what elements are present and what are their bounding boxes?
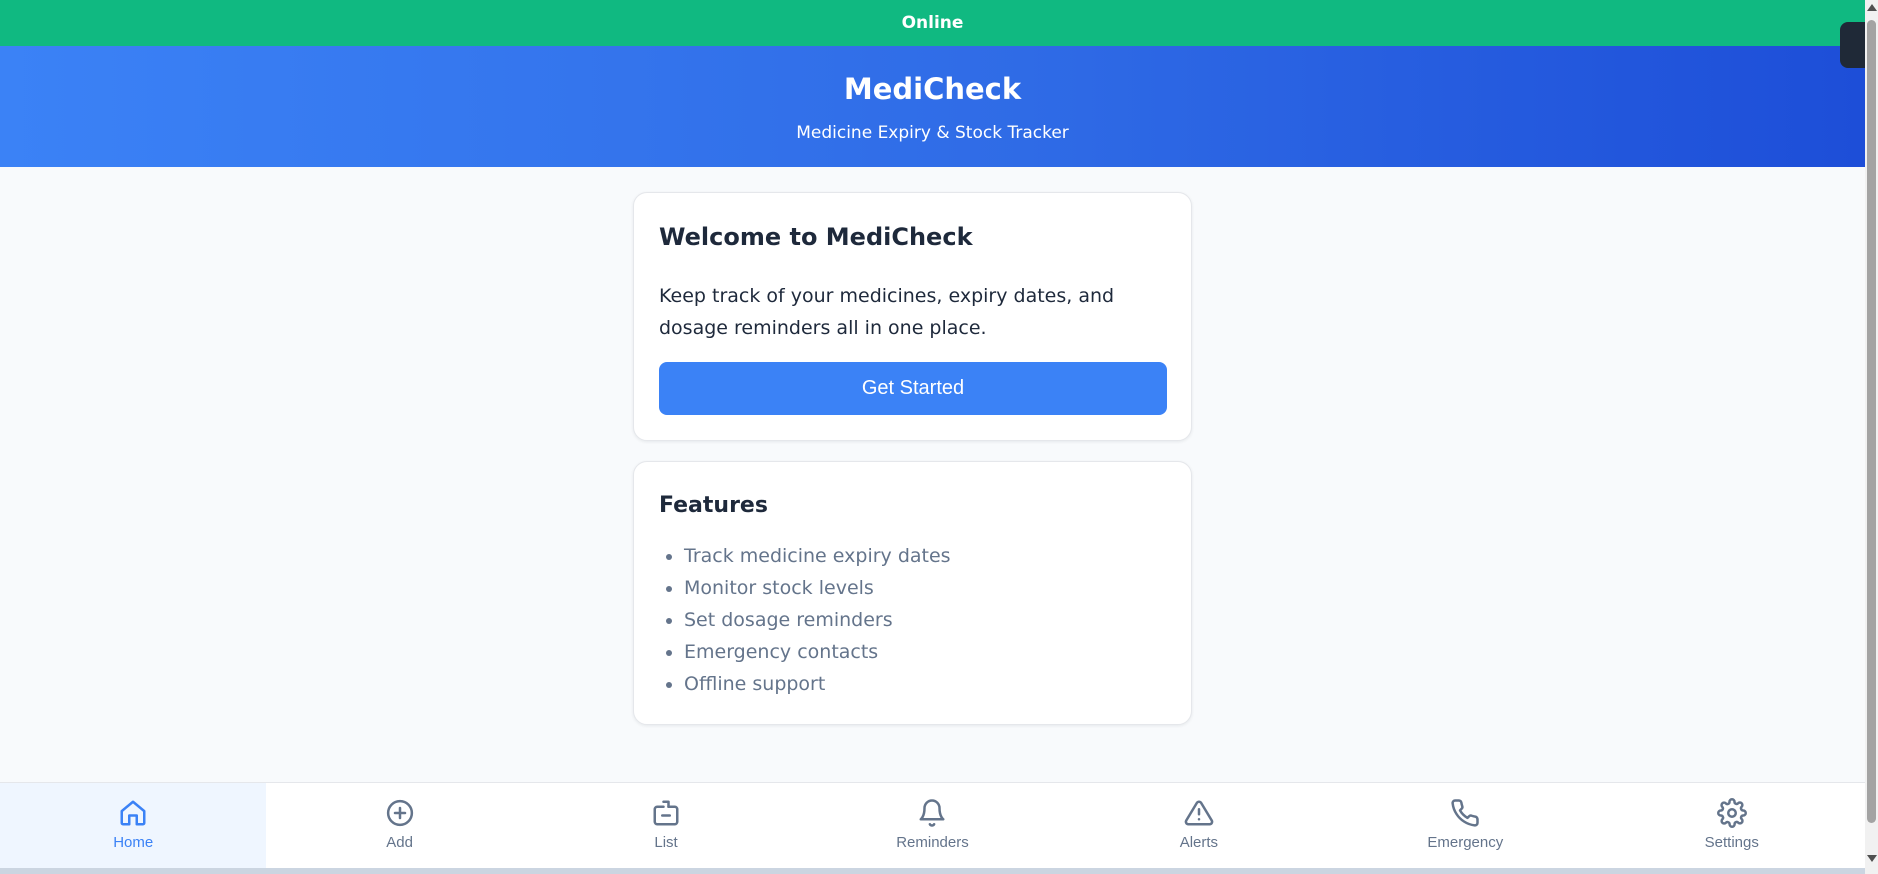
features-heading: Features: [659, 493, 768, 518]
scrollbar-thumb[interactable]: [1867, 20, 1876, 823]
feature-item: Emergency contacts: [684, 636, 951, 668]
bottom-navigation: Home Add List Reminders Alerts Emergency…: [0, 782, 1865, 869]
app-subtitle: Medicine Expiry & Stock Tracker: [796, 123, 1069, 143]
scroll-up-arrow-icon[interactable]: [1867, 4, 1877, 11]
nav-label-home: Home: [113, 834, 154, 851]
nav-label-emergency: Emergency: [1427, 834, 1504, 851]
features-card: Features Track medicine expiry dates Mon…: [633, 461, 1192, 725]
bell-icon: [919, 799, 945, 827]
home-icon: [120, 800, 146, 826]
nav-label-reminders: Reminders: [896, 834, 969, 851]
nav-label-add: Add: [386, 834, 413, 851]
nav-item-home[interactable]: Home: [0, 783, 267, 869]
nav-item-reminders[interactable]: Reminders: [799, 783, 1065, 869]
nav-item-settings[interactable]: Settings: [1599, 783, 1865, 869]
nav-label-settings: Settings: [1704, 834, 1759, 851]
connection-status-text: Online: [901, 13, 964, 33]
nav-label-list: List: [654, 834, 678, 851]
gear-icon: [1716, 798, 1747, 828]
nav-item-list[interactable]: List: [533, 783, 799, 869]
nav-label-alerts: Alerts: [1179, 834, 1219, 851]
nav-item-add[interactable]: Add: [266, 783, 532, 869]
welcome-heading: Welcome to MediCheck: [659, 223, 973, 251]
connection-status-bar: Online: [0, 0, 1865, 46]
welcome-description: Keep track of your medicines, expiry dat…: [659, 285, 1115, 339]
feature-item: Track medicine expiry dates: [684, 540, 951, 572]
phone-icon: [1451, 799, 1480, 827]
nav-item-alerts[interactable]: Alerts: [1066, 783, 1332, 869]
scroll-down-arrow-icon[interactable]: [1867, 855, 1877, 862]
welcome-card: Welcome to MediCheck Keep track of your …: [633, 192, 1192, 441]
get-started-button[interactable]: Get Started: [659, 362, 1167, 415]
plus-circle-icon: [386, 799, 413, 827]
app-header: MediCheck Medicine Expiry & Stock Tracke…: [0, 46, 1865, 167]
warning-triangle-icon: [1184, 800, 1214, 826]
feature-item: Offline support: [684, 668, 951, 700]
floating-side-tab[interactable]: [1840, 22, 1865, 68]
nav-item-emergency[interactable]: Emergency: [1332, 783, 1598, 869]
app-viewport: Online MediCheck Medicine Expiry & Stock…: [0, 0, 1865, 874]
feature-item: Monitor stock levels: [684, 572, 951, 604]
app-title: MediCheck: [843, 72, 1022, 106]
bottom-edge-strip: [0, 868, 1865, 874]
vertical-scrollbar[interactable]: [1865, 0, 1878, 874]
features-list: Track medicine expiry dates Monitor stoc…: [659, 540, 951, 700]
medicine-box-icon: [653, 800, 679, 826]
feature-item: Set dosage reminders: [684, 604, 951, 636]
